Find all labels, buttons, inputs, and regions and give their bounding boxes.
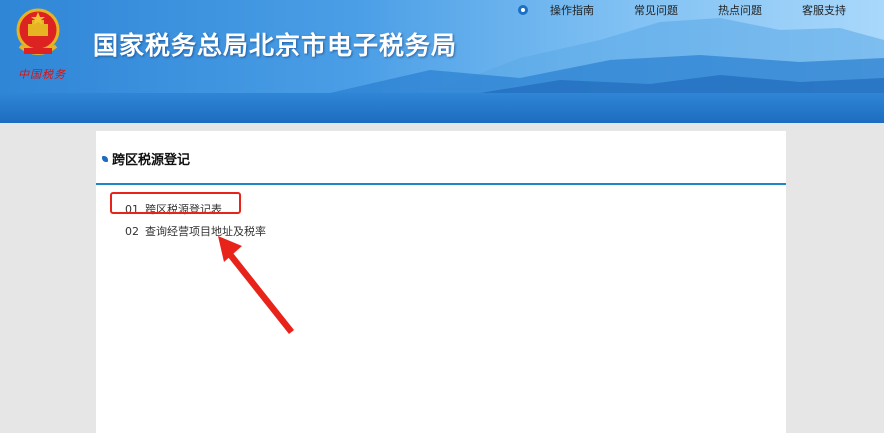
- brand-text: 中国税务: [18, 68, 66, 81]
- menu-item-query-address-tax-rate[interactable]: 02 查询经营项目地址及税率: [125, 221, 266, 243]
- divider: [96, 183, 786, 185]
- panel-title: 跨区税源登记: [112, 153, 191, 168]
- radio-dot-icon: [518, 5, 528, 15]
- national-emblem-icon: [16, 8, 60, 55]
- title-bullet-icon: [102, 155, 108, 162]
- nav-band: [0, 93, 884, 123]
- nav-hot-questions[interactable]: 热点问题: [718, 2, 762, 18]
- nav-faq[interactable]: 常见问题: [634, 2, 678, 18]
- menu-item-number: 02: [125, 225, 139, 238]
- top-nav: 操作指南 常见问题 热点问题 客服支持: [518, 2, 884, 18]
- nav-support[interactable]: 客服支持: [802, 2, 846, 18]
- site-title: 国家税务总局北京市电子税务局: [93, 32, 458, 60]
- nav-guide[interactable]: 操作指南: [550, 2, 594, 18]
- highlight-box: [110, 192, 241, 214]
- site-header: 中国税务 国家税务总局北京市电子税务局 操作指南 常见问题 热点问题 客服支持: [0, 0, 884, 93]
- panel-header: 跨区税源登记: [102, 149, 190, 168]
- content-panel: 跨区税源登记 01 跨区税源登记表 02 查询经营项目地址及税率: [96, 131, 786, 433]
- menu-item-label: 查询经营项目地址及税率: [145, 225, 266, 238]
